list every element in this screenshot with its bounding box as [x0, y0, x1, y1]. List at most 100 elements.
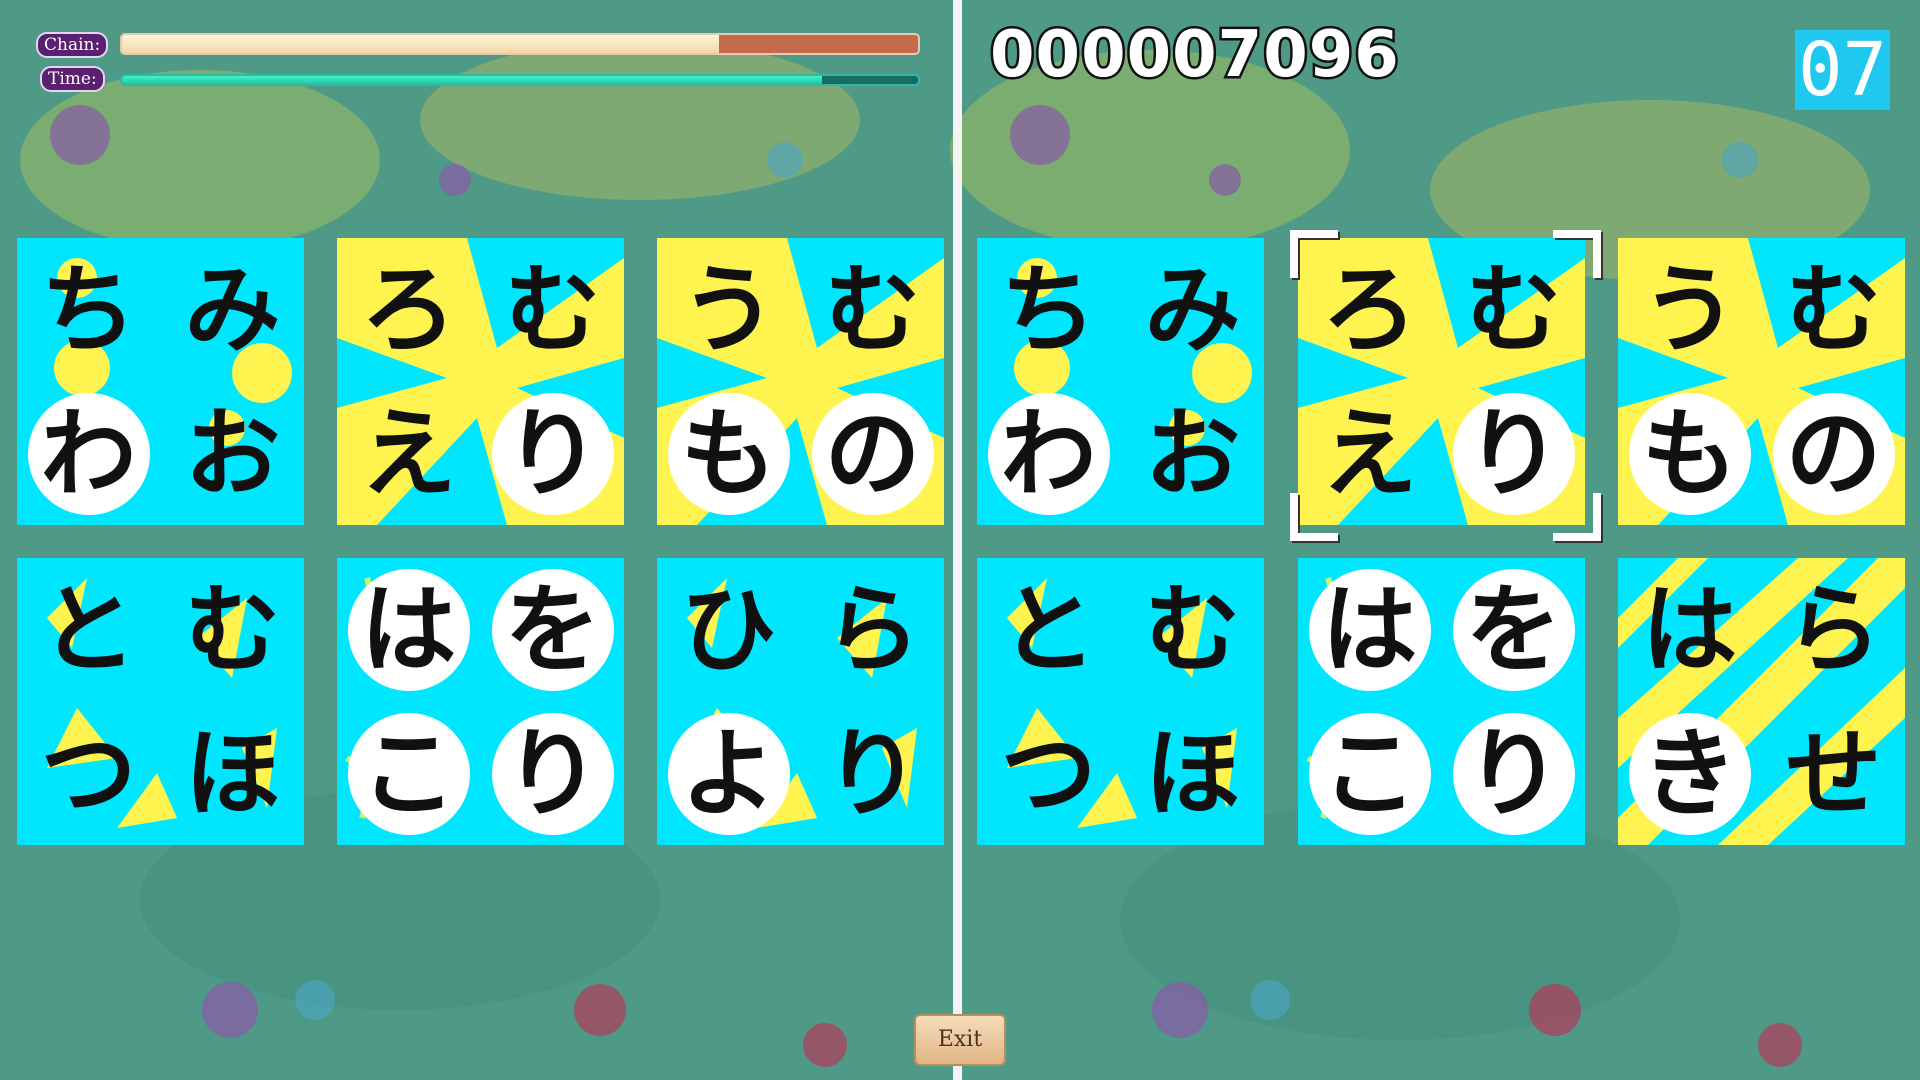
- kana-cell: の: [801, 382, 944, 525]
- kana-cell: と: [17, 558, 160, 701]
- kana-char: ほ: [184, 717, 281, 830]
- kana-tile[interactable]: ろむえり: [1298, 238, 1585, 525]
- kana-cell: り: [481, 382, 624, 525]
- kana-char: み: [184, 253, 281, 366]
- kana-cell: ち: [17, 238, 160, 381]
- kana-char: せ: [1785, 717, 1882, 830]
- kana-char: り: [824, 717, 921, 830]
- kana-char: わ: [1000, 397, 1097, 510]
- kana-char: お: [1144, 397, 1241, 510]
- kana-cell: は: [1618, 558, 1761, 701]
- kana-tile[interactable]: とむつほ: [17, 558, 304, 845]
- kana-char: こ: [360, 717, 457, 830]
- kana-char: を: [504, 573, 601, 686]
- kana-cell: も: [657, 382, 800, 525]
- kana-char: む: [184, 573, 281, 686]
- kana-char: え: [360, 397, 457, 510]
- kana-cell: わ: [17, 382, 160, 525]
- kana-cell: ら: [801, 558, 944, 701]
- kana-cell: を: [481, 558, 624, 701]
- kana-cell: お: [1121, 382, 1264, 525]
- kana-cell: み: [161, 238, 304, 381]
- kana-char: ら: [824, 573, 921, 686]
- kana-cell: ひ: [657, 558, 800, 701]
- kana-tile[interactable]: ちみわお: [977, 238, 1264, 525]
- kana-char: の: [824, 397, 921, 510]
- kana-cell: を: [1442, 558, 1585, 701]
- time-meter-fill: [122, 76, 823, 84]
- kana-char: り: [504, 397, 601, 510]
- kana-tile[interactable]: ろむえり: [337, 238, 624, 525]
- chain-meter: [120, 33, 920, 55]
- kana-cell: り: [1442, 702, 1585, 845]
- kana-tile[interactable]: ちみわお: [17, 238, 304, 525]
- kana-cell: ほ: [1121, 702, 1264, 845]
- kana-cell: み: [1121, 238, 1264, 381]
- exit-button[interactable]: Exit: [914, 1014, 1006, 1066]
- kana-char: と: [1000, 573, 1097, 686]
- kana-tile[interactable]: とむつほ: [977, 558, 1264, 845]
- kana-char: つ: [1000, 717, 1097, 830]
- kana-cell: せ: [1762, 702, 1905, 845]
- kana-cell: り: [481, 702, 624, 845]
- kana-char: ほ: [1144, 717, 1241, 830]
- kana-tile[interactable]: はをこり: [1298, 558, 1585, 845]
- kana-cell: の: [1762, 382, 1905, 525]
- kana-char: ろ: [360, 253, 457, 366]
- kana-char: ひ: [680, 573, 777, 686]
- kana-char: む: [504, 253, 601, 366]
- kana-char: み: [1144, 253, 1241, 366]
- kana-char: を: [1465, 573, 1562, 686]
- kana-char: う: [680, 253, 777, 366]
- kana-char: は: [1641, 573, 1738, 686]
- kana-tile[interactable]: うむもの: [1618, 238, 1905, 525]
- kana-cell: き: [1618, 702, 1761, 845]
- kana-char: き: [1641, 717, 1738, 830]
- kana-cell: ら: [1762, 558, 1905, 701]
- kana-cell: ち: [977, 238, 1120, 381]
- kana-char: ち: [40, 253, 137, 366]
- kana-cell: つ: [17, 702, 160, 845]
- kana-cell: お: [161, 382, 304, 525]
- kana-char: む: [1465, 253, 1562, 366]
- kana-cell: え: [337, 382, 480, 525]
- kana-char: は: [360, 573, 457, 686]
- selection-corner: [1290, 493, 1338, 541]
- chain-label: Chain:: [36, 32, 109, 58]
- kana-cell: む: [1762, 238, 1905, 381]
- kana-char: お: [184, 397, 281, 510]
- time-meter: [120, 74, 920, 86]
- kana-tile[interactable]: はらきせ: [1618, 558, 1905, 845]
- kana-tile[interactable]: はをこり: [337, 558, 624, 845]
- kana-cell: む: [801, 238, 944, 381]
- kana-cell: む: [161, 558, 304, 701]
- kana-char: よ: [680, 717, 777, 830]
- kana-cell: む: [1121, 558, 1264, 701]
- kana-char: こ: [1321, 717, 1418, 830]
- selection-corner: [1290, 230, 1338, 278]
- kana-cell: む: [481, 238, 624, 381]
- kana-char: の: [1785, 397, 1882, 510]
- kana-char: つ: [40, 717, 137, 830]
- kana-cell: こ: [337, 702, 480, 845]
- chain-meter-fill: [122, 35, 719, 53]
- kana-cell: こ: [1298, 702, 1441, 845]
- kana-char: り: [1465, 397, 1562, 510]
- kana-tile[interactable]: ひらより: [657, 558, 944, 845]
- round-counter: 07: [1795, 30, 1890, 110]
- kana-cell: は: [337, 558, 480, 701]
- kana-cell: う: [657, 238, 800, 381]
- kana-char: ち: [1000, 253, 1097, 366]
- kana-char: う: [1641, 253, 1738, 366]
- kana-cell: も: [1618, 382, 1761, 525]
- kana-char: も: [680, 397, 777, 510]
- kana-char: り: [1465, 717, 1562, 830]
- kana-cell: は: [1298, 558, 1441, 701]
- kana-char: は: [1321, 573, 1418, 686]
- kana-char: む: [824, 253, 921, 366]
- kana-char: わ: [40, 397, 137, 510]
- kana-cell: と: [977, 558, 1120, 701]
- kana-tile[interactable]: うむもの: [657, 238, 944, 525]
- split-divider: [953, 0, 962, 1080]
- kana-char: と: [40, 573, 137, 686]
